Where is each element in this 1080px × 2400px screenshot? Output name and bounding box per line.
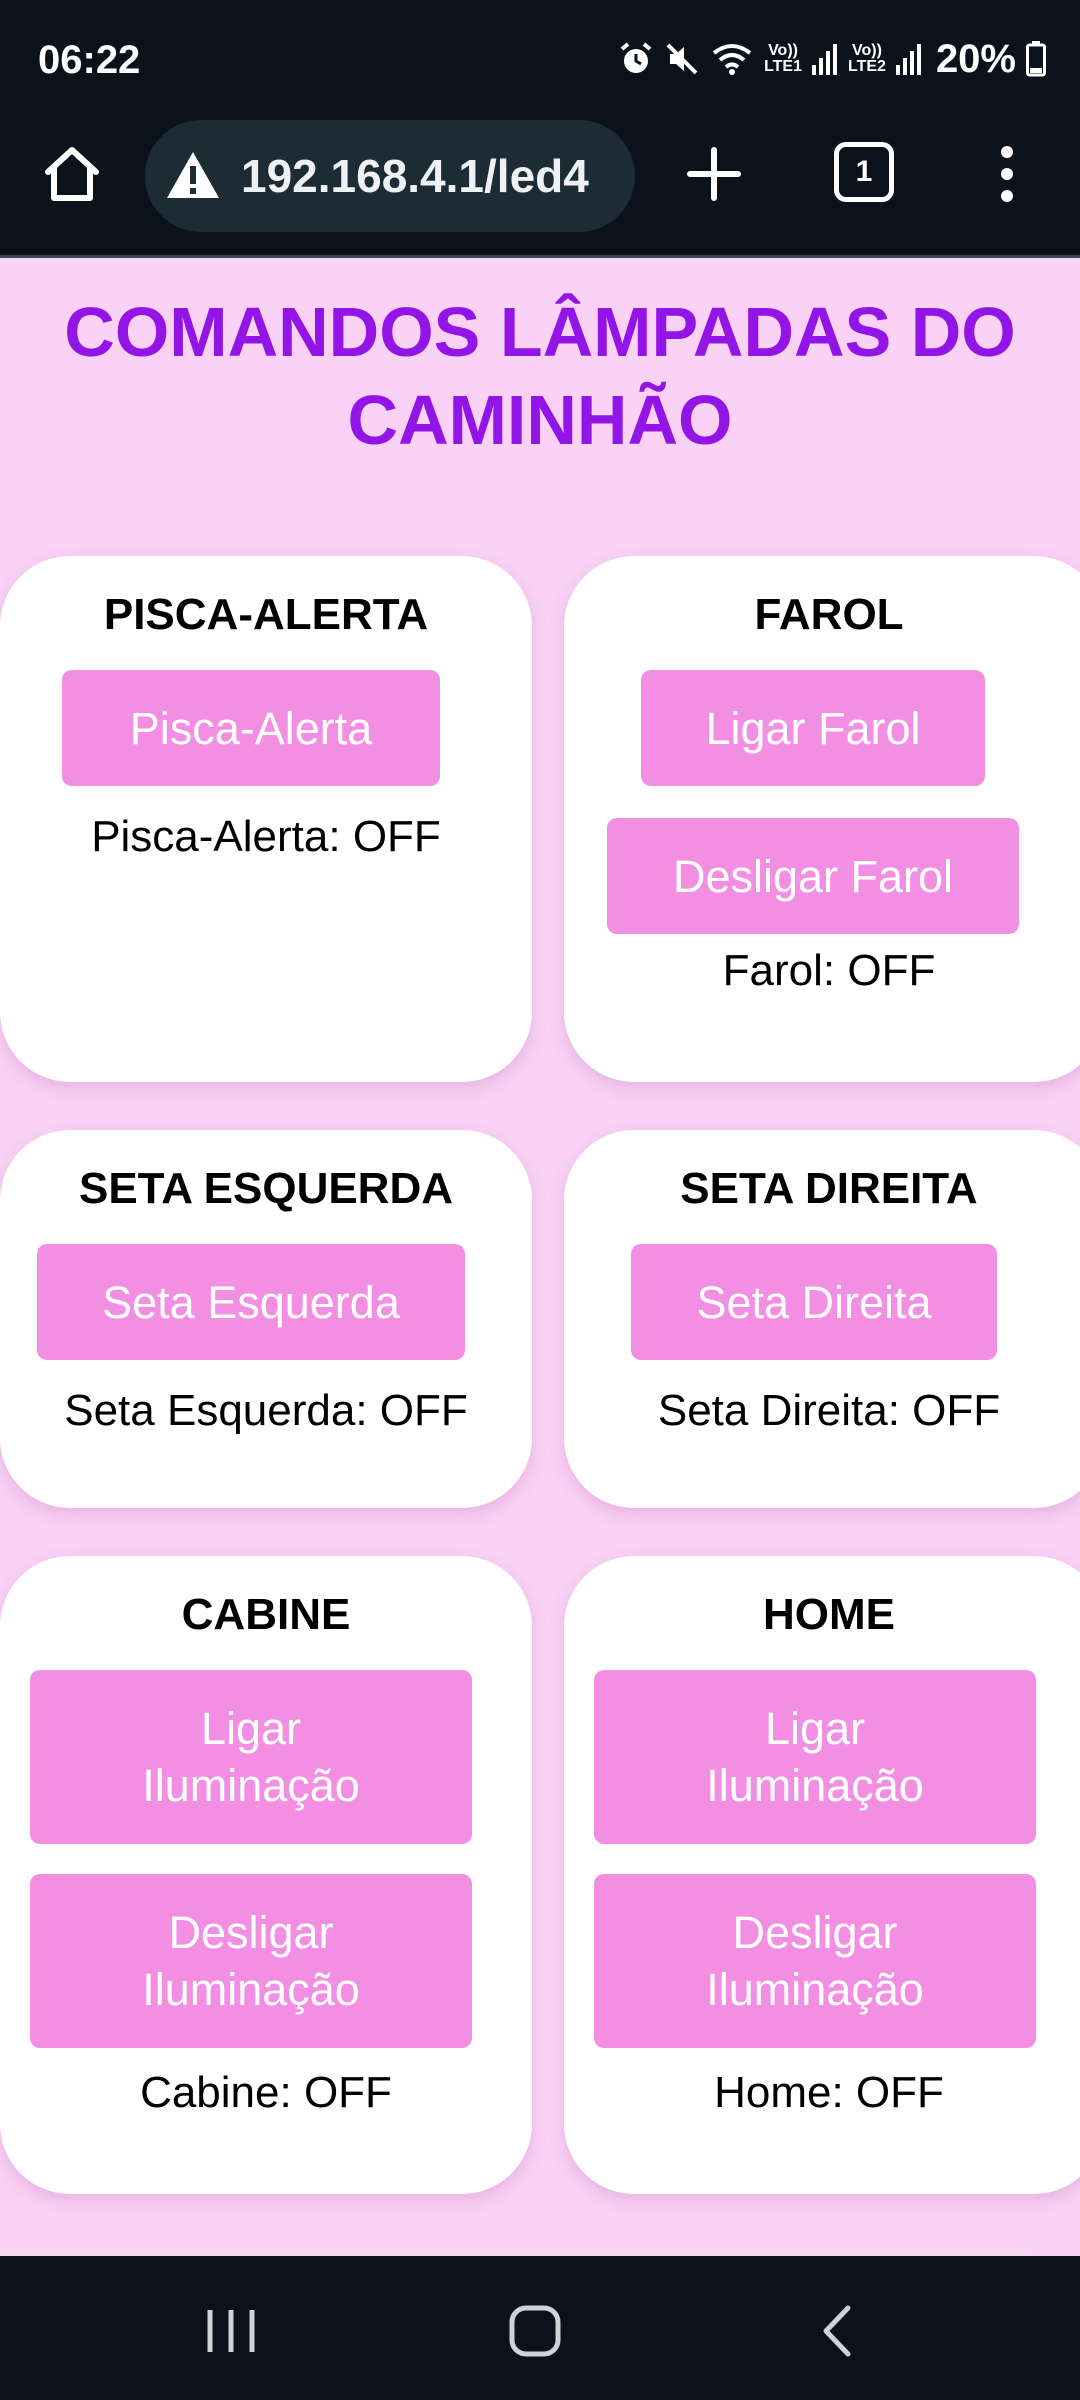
desligar-iluminacao-home-button[interactable]: Desligar Iluminação — [594, 1874, 1036, 2048]
address-bar[interactable]: 192.168.4.1/led4 — [145, 120, 635, 232]
card-title: FAROL — [754, 590, 904, 639]
card-pisca-alerta: PISCA-ALERTA Pisca-Alerta Pisca-Alerta: … — [0, 556, 532, 1082]
seta-esquerda-state: Seta Esquerda: OFF — [64, 1386, 468, 1435]
ligar-iluminacao-cabine-button[interactable]: Ligar Iluminação — [30, 1670, 472, 1844]
seta-direita-button[interactable]: Seta Direita — [631, 1244, 997, 1360]
status-bar: 06:22 Vo)) LTE1 Vo)) LTE2 20% — [0, 0, 1080, 120]
card-seta-esquerda: SETA ESQUERDA Seta Esquerda Seta Esquerd… — [0, 1130, 532, 1508]
system-nav-bar — [0, 2256, 1080, 2400]
lte2-indicator: Vo)) LTE2 — [848, 42, 886, 75]
pisca-alerta-button[interactable]: Pisca-Alerta — [62, 670, 440, 786]
ligar-farol-button[interactable]: Ligar Farol — [641, 670, 985, 786]
battery-icon — [1026, 41, 1046, 77]
seta-direita-state: Seta Direita: OFF — [657, 1386, 1001, 1435]
warning-icon[interactable] — [165, 148, 221, 204]
page-title: COMANDOS LÂMPADAS DO CAMINHÃO — [64, 293, 1016, 459]
home-nav-icon[interactable] — [500, 2296, 570, 2366]
card-farol: FAROL Ligar Farol Desligar Farol Farol: … — [564, 556, 1080, 1082]
desligar-iluminacao-cabine-button[interactable]: Desligar Iluminação — [30, 1874, 472, 2048]
pisca-alerta-state: Pisca-Alerta: OFF — [91, 812, 441, 861]
clock: 06:22 — [38, 38, 141, 82]
tab-count: 1 — [855, 155, 873, 188]
home-icon[interactable] — [40, 142, 104, 206]
card-title: PISCA-ALERTA — [103, 590, 429, 639]
browser-toolbar: 192.168.4.1/led4 1 — [0, 120, 1080, 255]
card-title: SETA DIREITA — [680, 1164, 978, 1213]
card-home: HOME Ligar Iluminação Desligar Iluminaçã… — [564, 1556, 1080, 2194]
web-page: COMANDOS LÂMPADAS DO CAMINHÃO PISCA-ALER… — [0, 258, 1080, 2256]
card-title: HOME — [763, 1590, 895, 1639]
card-seta-direita: SETA DIREITA Seta Direita Seta Direita: … — [564, 1130, 1080, 1508]
status-icons: Vo)) LTE1 Vo)) LTE2 20% — [618, 34, 1046, 84]
mute-icon — [666, 43, 698, 75]
recent-apps-icon[interactable] — [196, 2296, 266, 2366]
farol-state: Farol: OFF — [722, 946, 936, 995]
alarm-icon — [620, 42, 652, 73]
desligar-farol-button[interactable]: Desligar Farol — [607, 818, 1019, 934]
home-state: Home: OFF — [714, 2068, 944, 2117]
ligar-iluminacao-home-button[interactable]: Ligar Iluminação — [594, 1670, 1036, 1844]
signal-icon — [895, 44, 921, 75]
seta-esquerda-button[interactable]: Seta Esquerda — [37, 1244, 465, 1360]
plus-icon[interactable] — [682, 142, 746, 206]
horizontal-scrollbar[interactable] — [0, 2248, 1030, 2256]
menu-icon[interactable] — [992, 142, 1022, 206]
cabine-state: Cabine: OFF — [140, 2068, 392, 2117]
url-text[interactable]: 192.168.4.1/led4 — [241, 149, 589, 203]
tabs-button[interactable]: 1 — [834, 142, 894, 202]
card-cabine: CABINE Ligar Iluminação Desligar Ilumina… — [0, 1556, 532, 2194]
wifi-icon — [712, 44, 752, 75]
lte1-indicator: Vo)) LTE1 — [764, 42, 802, 75]
signal-icon — [812, 44, 837, 75]
card-title: SETA ESQUERDA — [78, 1164, 454, 1213]
back-icon[interactable] — [804, 2296, 874, 2366]
card-title: CABINE — [181, 1590, 351, 1639]
battery-percent: 20% — [935, 36, 1016, 81]
